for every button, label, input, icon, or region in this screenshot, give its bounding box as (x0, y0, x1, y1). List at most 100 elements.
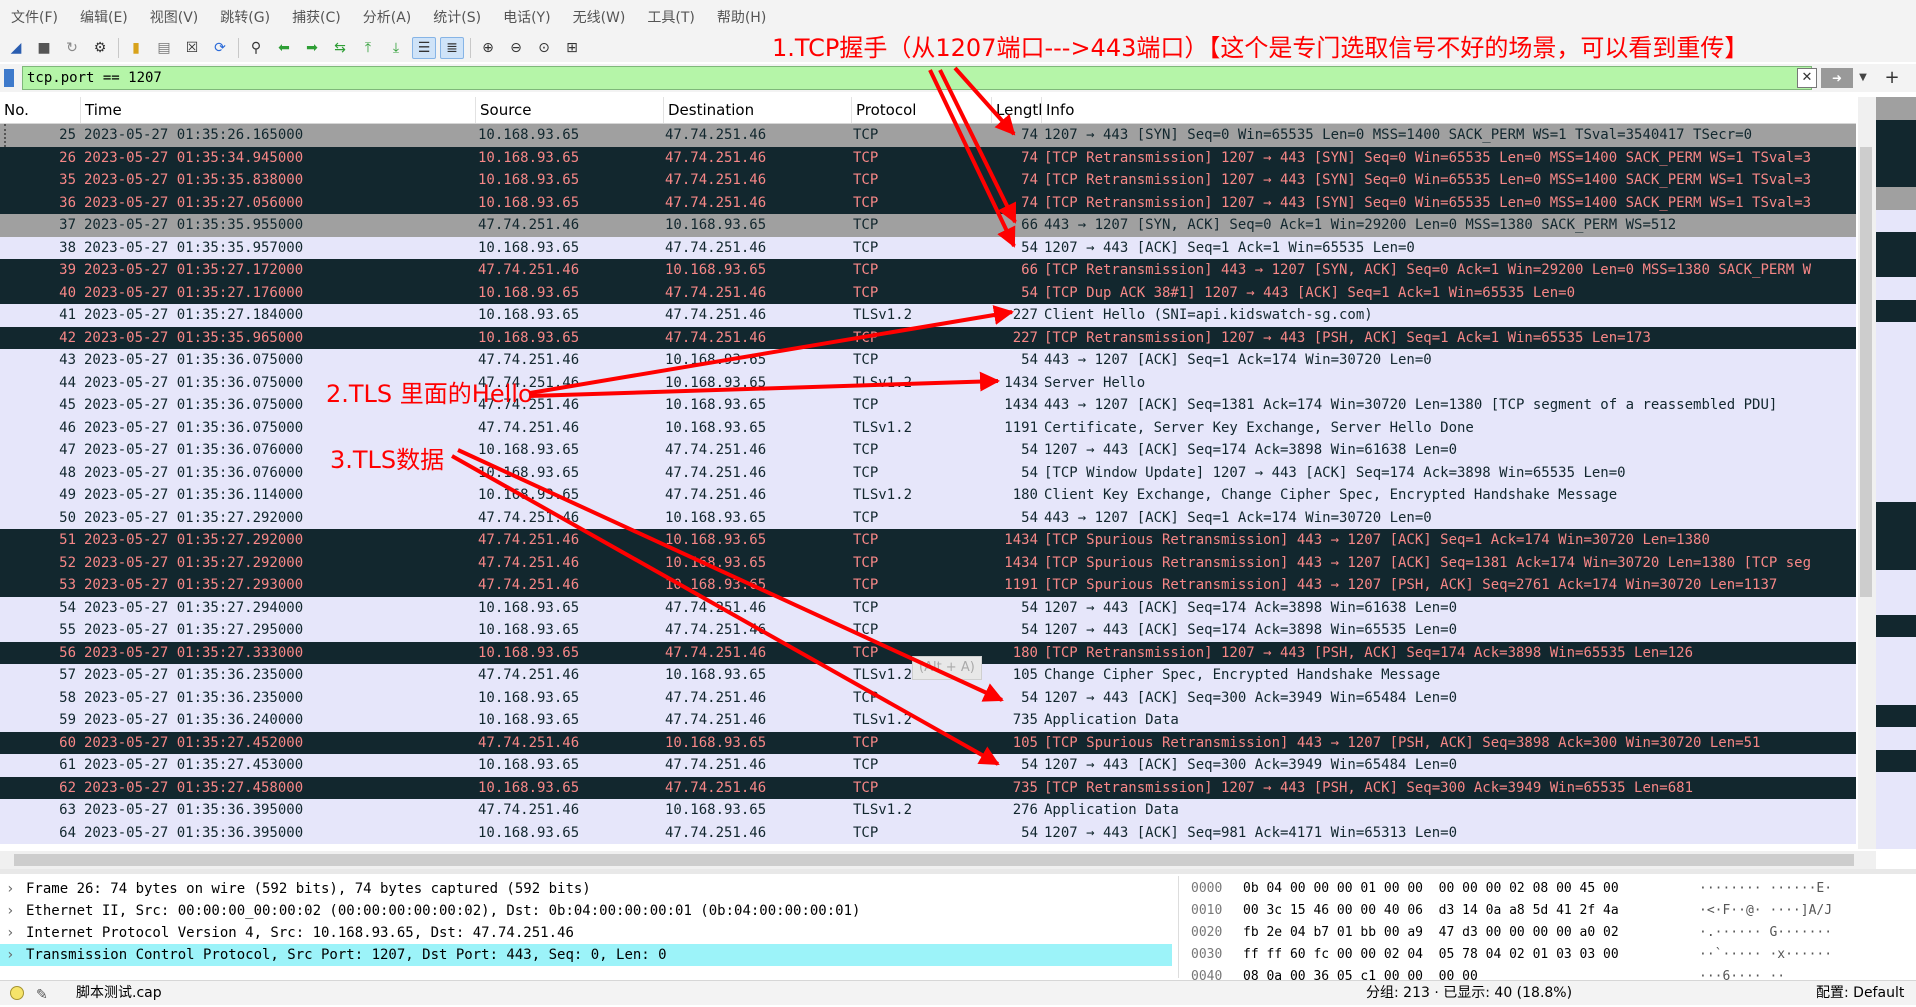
options-gear-icon[interactable]: ⚙ (88, 37, 112, 59)
packet-protocol: TCP (853, 824, 879, 841)
stop-icon[interactable]: ■ (32, 37, 56, 59)
shark-fin-start-icon[interactable]: ◢ (4, 37, 28, 59)
packet-destination: 10.168.93.65 (665, 509, 767, 526)
forward-icon[interactable]: ➡ (300, 37, 324, 59)
table-row[interactable]: 40 2023-05-27 01:35:27.176000 10.168.93.65… (0, 281, 1856, 304)
column-header-destination[interactable]: Destination (663, 97, 851, 123)
profile-label[interactable]: 配置: Default (1816, 981, 1904, 1005)
minimap-stripe (1876, 457, 1916, 480)
table-row[interactable]: 25 2023-05-27 01:35:26.165000 10.168.93.65… (0, 124, 1856, 147)
column-header-no[interactable]: No. (0, 97, 80, 123)
back-icon[interactable]: ⬅ (272, 37, 296, 59)
filter-history-dropdown-icon[interactable]: ▼ (1856, 68, 1870, 88)
menu-item[interactable]: 无线(W) (562, 7, 637, 27)
pane-splitter[interactable] (0, 869, 1916, 874)
packet-list-minimap[interactable] (1876, 97, 1916, 849)
detail-row-frame[interactable]: › Frame 26: 74 bytes on wire (592 bits),… (0, 878, 1172, 900)
table-row[interactable]: 64 2023-05-27 01:35:36.395000 10.168.93.65… (0, 821, 1856, 844)
table-row[interactable]: 39 2023-05-27 01:35:27.172000 47.74.251.46… (0, 259, 1856, 282)
first-packet-icon[interactable]: ⤒ (356, 37, 380, 59)
menu-item[interactable]: 帮助(H) (706, 7, 777, 27)
table-row[interactable]: 63 2023-05-27 01:35:36.395000 47.74.251.46… (0, 799, 1856, 822)
packet-length: 54 (1021, 689, 1038, 706)
column-header-length[interactable]: Lengtl (991, 97, 1041, 123)
table-row[interactable]: 54 2023-05-27 01:35:27.294000 10.168.93.65… (0, 596, 1856, 619)
menu-item[interactable]: 电话(Y) (492, 7, 561, 27)
table-row[interactable]: 41 2023-05-27 01:35:27.184000 10.168.93.65… (0, 304, 1856, 327)
expand-arrow-icon[interactable]: › (6, 944, 14, 966)
table-row[interactable]: 49 2023-05-27 01:35:36.114000 10.168.93.65… (0, 484, 1856, 507)
table-row[interactable]: 47 2023-05-27 01:35:36.076000 10.168.93.65… (0, 439, 1856, 462)
table-row[interactable]: 51 2023-05-27 01:35:27.292000 47.74.251.46… (0, 529, 1856, 552)
reload-icon[interactable]: ⟳ (208, 37, 232, 59)
resize-columns-icon[interactable]: ⊞ (560, 37, 584, 59)
table-row[interactable]: 35 2023-05-27 01:35:35.838000 10.168.93.65… (0, 169, 1856, 192)
table-row[interactable]: 37 2023-05-27 01:35:35.955000 47.74.251.46… (0, 214, 1856, 237)
menu-item[interactable]: 分析(A) (352, 7, 423, 27)
capture-comment-icon[interactable]: ✎ (36, 983, 48, 1007)
last-packet-icon[interactable]: ⤓ (384, 37, 408, 59)
table-row[interactable]: 26 2023-05-27 01:35:34.945000 10.168.93.65… (0, 146, 1856, 169)
menu-item[interactable]: 工具(T) (636, 7, 705, 27)
apply-filter-icon[interactable]: ➜ (1821, 68, 1853, 88)
packet-time: 2023-05-27 01:35:35.965000 (84, 329, 304, 346)
column-header-info[interactable]: Info (1041, 97, 1856, 123)
minimap-stripe (1876, 299, 1916, 322)
packet-list-horizontal-scrollbar[interactable] (0, 851, 1876, 869)
expand-arrow-icon[interactable]: › (6, 922, 14, 944)
colorize-icon[interactable]: ≣ (440, 37, 464, 59)
menu-item[interactable]: 文件(F) (0, 7, 69, 27)
packet-info: [TCP Spurious Retransmission] 443 → 1207… (1044, 577, 1778, 593)
table-row[interactable]: 55 2023-05-27 01:35:27.295000 10.168.93.65… (0, 619, 1856, 642)
restart-icon[interactable]: ↻ (60, 37, 84, 59)
detail-row-ipv4[interactable]: › Internet Protocol Version 4, Src: 10.1… (0, 922, 1172, 944)
detail-row-ethernet[interactable]: › Ethernet II, Src: 00:00:00_00:00:02 (0… (0, 900, 1172, 922)
column-header-source[interactable]: Source (475, 97, 663, 123)
zoom-reset-icon[interactable]: ⊙ (532, 37, 556, 59)
table-row[interactable]: 61 2023-05-27 01:35:27.453000 10.168.93.65… (0, 754, 1856, 777)
menu-item[interactable]: 捕获(C) (281, 7, 352, 27)
autoscroll-icon[interactable]: ☰ (412, 37, 436, 59)
close-file-icon[interactable]: ☒ (180, 37, 204, 59)
go-to-packet-icon[interactable]: ⇆ (328, 37, 352, 59)
packet-destination: 47.74.251.46 (665, 329, 767, 346)
table-row[interactable]: 48 2023-05-27 01:35:36.076000 10.168.93.65… (0, 461, 1856, 484)
display-filter-input[interactable]: tcp.port == 1207 (22, 66, 1812, 90)
table-row[interactable]: 38 2023-05-27 01:35:35.957000 10.168.93.65… (0, 236, 1856, 259)
expert-info-icon[interactable] (10, 986, 24, 1000)
table-row[interactable]: 42 2023-05-27 01:35:35.965000 10.168.93.65… (0, 326, 1856, 349)
menu-item[interactable]: 编辑(E) (69, 7, 139, 27)
save-file-icon[interactable]: ▤ (152, 37, 176, 59)
expand-arrow-icon[interactable]: › (6, 878, 14, 900)
menu-item[interactable]: 统计(S) (422, 7, 492, 27)
scrollbar-thumb[interactable] (14, 854, 1854, 866)
table-row[interactable]: 45 2023-05-27 01:35:36.075000 47.74.251.46… (0, 394, 1856, 417)
table-row[interactable]: 36 2023-05-27 01:35:27.056000 10.168.93.65… (0, 191, 1856, 214)
clear-filter-icon[interactable]: ✕ (1797, 68, 1817, 88)
column-header-time[interactable]: Time (80, 97, 475, 123)
add-filter-button-icon[interactable]: + (1880, 66, 1904, 90)
open-file-icon[interactable]: ▮ (124, 37, 148, 59)
packet-length: 227 (1012, 307, 1038, 323)
zoom-out-icon[interactable]: ⊖ (504, 37, 528, 59)
zoom-in-icon[interactable]: ⊕ (476, 37, 500, 59)
column-header-protocol[interactable]: Protocol (851, 97, 991, 123)
table-row[interactable]: 43 2023-05-27 01:35:36.075000 47.74.251.46… (0, 349, 1856, 372)
table-row[interactable]: 44 2023-05-27 01:35:36.075000 47.74.251.46… (0, 371, 1856, 394)
packet-list-vertical-scrollbar[interactable] (1858, 97, 1876, 849)
table-row[interactable]: 52 2023-05-27 01:35:27.292000 47.74.251.46… (0, 551, 1856, 574)
filter-bookmark-icon[interactable] (4, 69, 14, 87)
menu-item[interactable]: 跳转(G) (209, 7, 281, 27)
table-row[interactable]: 62 2023-05-27 01:35:27.458000 10.168.93.65… (0, 776, 1856, 799)
expand-arrow-icon[interactable]: › (6, 900, 14, 922)
menu-item[interactable]: 视图(V) (139, 7, 210, 27)
table-row[interactable]: 59 2023-05-27 01:35:36.240000 10.168.93.65… (0, 709, 1856, 732)
detail-row-tcp[interactable]: › Transmission Control Protocol, Src Por… (0, 944, 1172, 966)
scrollbar-thumb[interactable] (1860, 147, 1872, 597)
table-row[interactable]: 46 2023-05-27 01:35:36.075000 47.74.251.46… (0, 416, 1856, 439)
table-row[interactable]: 58 2023-05-27 01:35:36.235000 10.168.93.65… (0, 686, 1856, 709)
find-icon[interactable]: ⚲ (244, 37, 268, 59)
table-row[interactable]: 60 2023-05-27 01:35:27.452000 47.74.251.46… (0, 731, 1856, 754)
table-row[interactable]: 53 2023-05-27 01:35:27.293000 47.74.251.46… (0, 574, 1856, 597)
table-row[interactable]: 50 2023-05-27 01:35:27.292000 47.74.251.46… (0, 506, 1856, 529)
